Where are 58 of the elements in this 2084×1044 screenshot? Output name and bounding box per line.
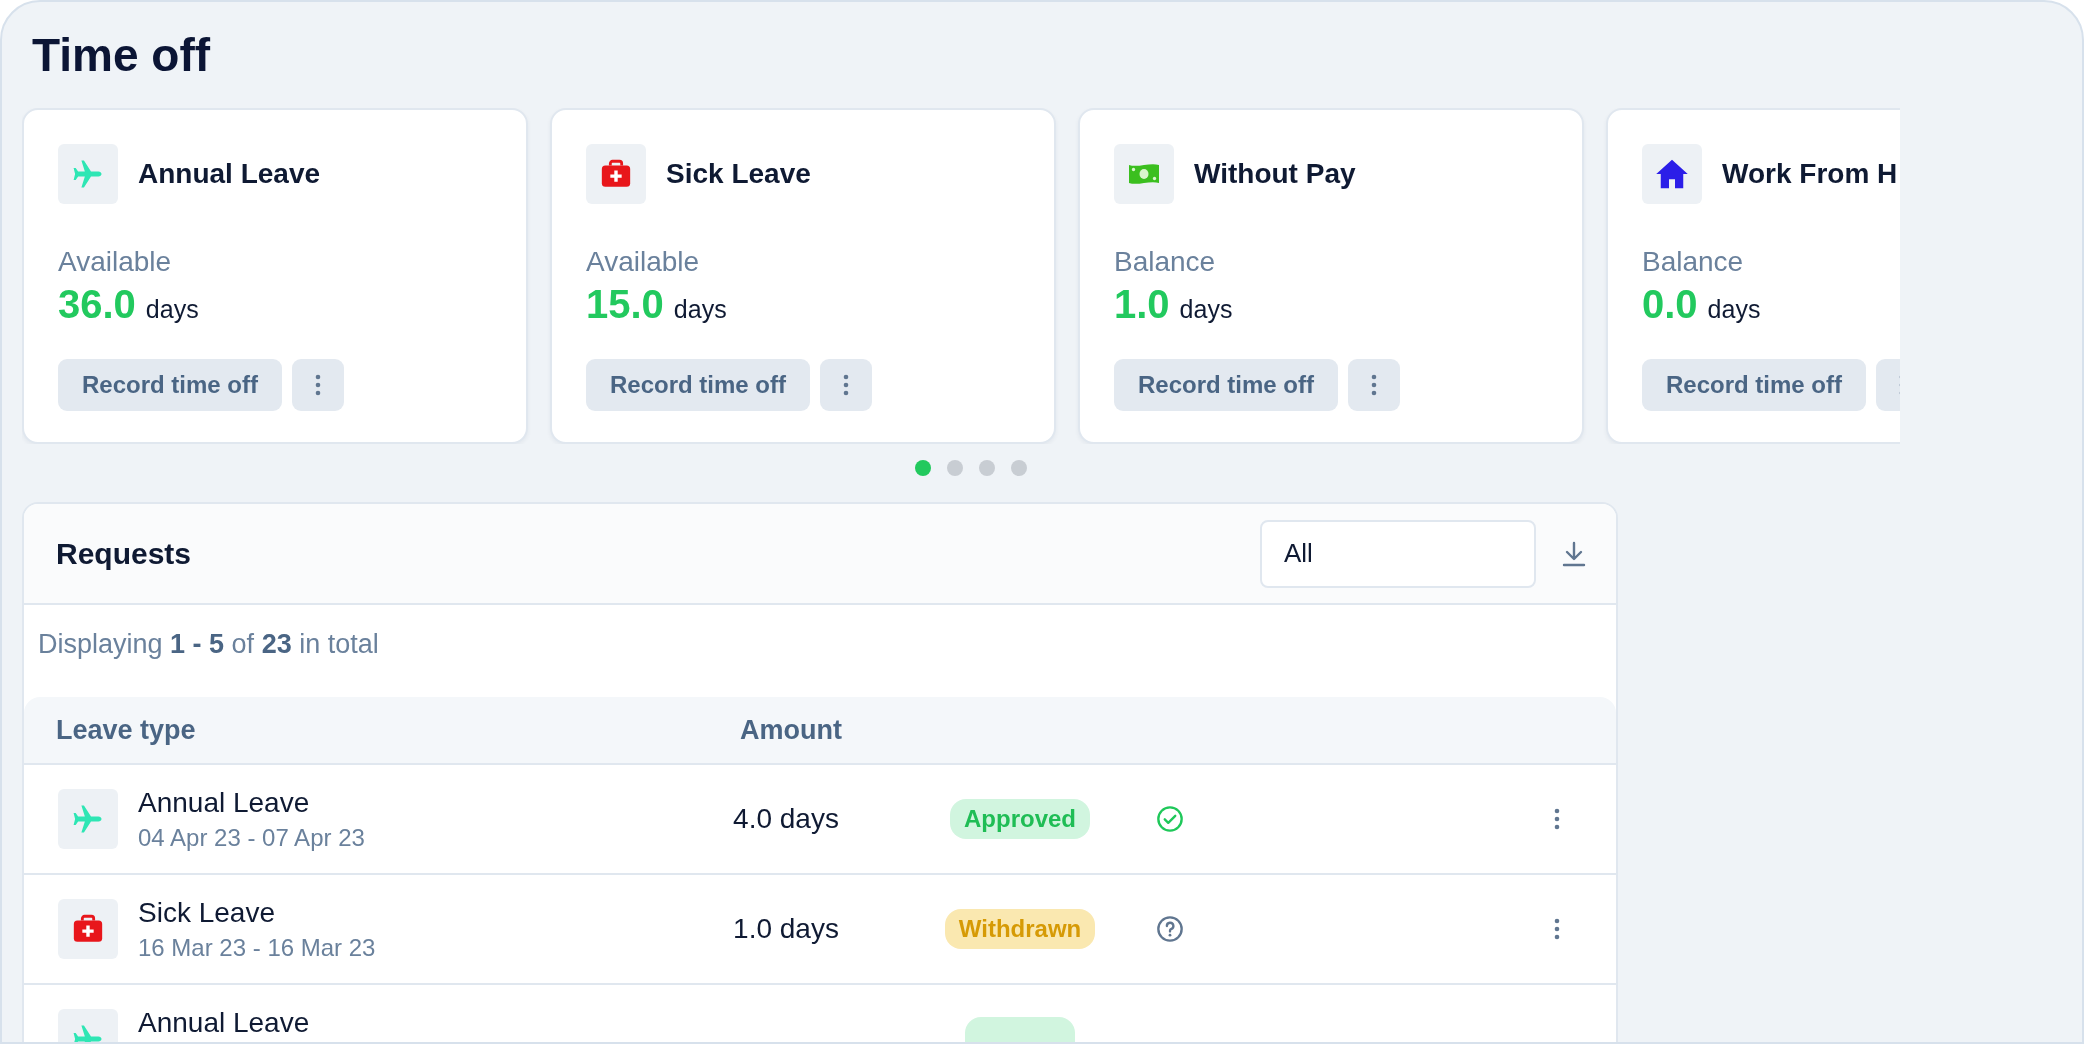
banknote-icon (1114, 144, 1174, 204)
record-time-off-button[interactable]: Record time off (586, 359, 810, 411)
record-time-off-button[interactable]: Record time off (1114, 359, 1338, 411)
medical-kit-icon (58, 899, 118, 959)
unit-label: days (1707, 295, 1761, 324)
filter-field[interactable]: All (1260, 519, 1536, 588)
more-icon (315, 374, 321, 396)
card-title: Sick Leave (666, 158, 811, 190)
help-icon (1156, 915, 1184, 943)
check-circle-icon (1156, 805, 1184, 833)
page-title: Time off (32, 28, 212, 83)
panel-title: Requests (56, 536, 193, 571)
more-options-button[interactable] (820, 359, 872, 411)
column-header: Leave type (56, 714, 197, 746)
plane-icon (58, 789, 118, 849)
row-menu-button[interactable] (1554, 808, 1560, 830)
status-badge: Withdrawn (944, 909, 1096, 949)
house-icon (1642, 144, 1702, 204)
pager-dot[interactable] (915, 460, 931, 476)
balance-label: Balance (1642, 246, 1745, 278)
date-range: 16 Mar 23 - 16 Mar 23 (138, 934, 376, 962)
unit-label: days (145, 295, 199, 324)
more-options-button[interactable] (1348, 359, 1400, 411)
date-range: 04 Apr 23 - 07 Apr 23 (138, 824, 365, 852)
status-badge: Approved (950, 799, 1090, 839)
pager-dot[interactable] (979, 460, 995, 476)
record-time-off-button[interactable]: Record time off (58, 359, 282, 411)
amount-cell-text: 1.0 days (732, 913, 840, 945)
medical-kit-icon (586, 144, 646, 204)
unit-label: days (1179, 295, 1233, 324)
record-time-off-button[interactable]: Record time off (1642, 359, 1866, 411)
balance-label: Available (586, 246, 701, 278)
balance-value: 0.0 (1642, 282, 1698, 327)
card-title: Annual Leave (138, 158, 321, 190)
plane-icon (58, 144, 118, 204)
balance-value: 15.0 (586, 282, 664, 327)
pager-dot[interactable] (1011, 460, 1027, 476)
card-title: Work From H (1722, 158, 1898, 190)
more-icon (843, 374, 849, 396)
pager-dot[interactable] (947, 460, 963, 476)
results-summary: Displaying 1 - 5 of 23 in total (37, 628, 380, 661)
balance-value: 36.0 (58, 282, 136, 327)
more-icon (1371, 374, 1377, 396)
leave-name: Annual Leave (138, 1008, 310, 1038)
leave-name: Sick Leave (138, 898, 276, 928)
more-icon (1554, 918, 1560, 940)
row-menu-button[interactable] (1554, 918, 1560, 940)
balance-value: 1.0 (1114, 282, 1170, 327)
amount-cell-text: 4.0 days (732, 803, 840, 835)
card-title: Without Pay (1194, 158, 1356, 190)
download-icon[interactable] (1562, 540, 1586, 567)
more-icon (1554, 808, 1560, 830)
more-options-button[interactable] (292, 359, 344, 411)
balance-label: Balance (1114, 246, 1217, 278)
unit-label: days (673, 295, 727, 324)
leave-name: Annual Leave (138, 788, 311, 818)
column-header: Amount (740, 714, 842, 746)
balance-label: Available (58, 246, 173, 278)
